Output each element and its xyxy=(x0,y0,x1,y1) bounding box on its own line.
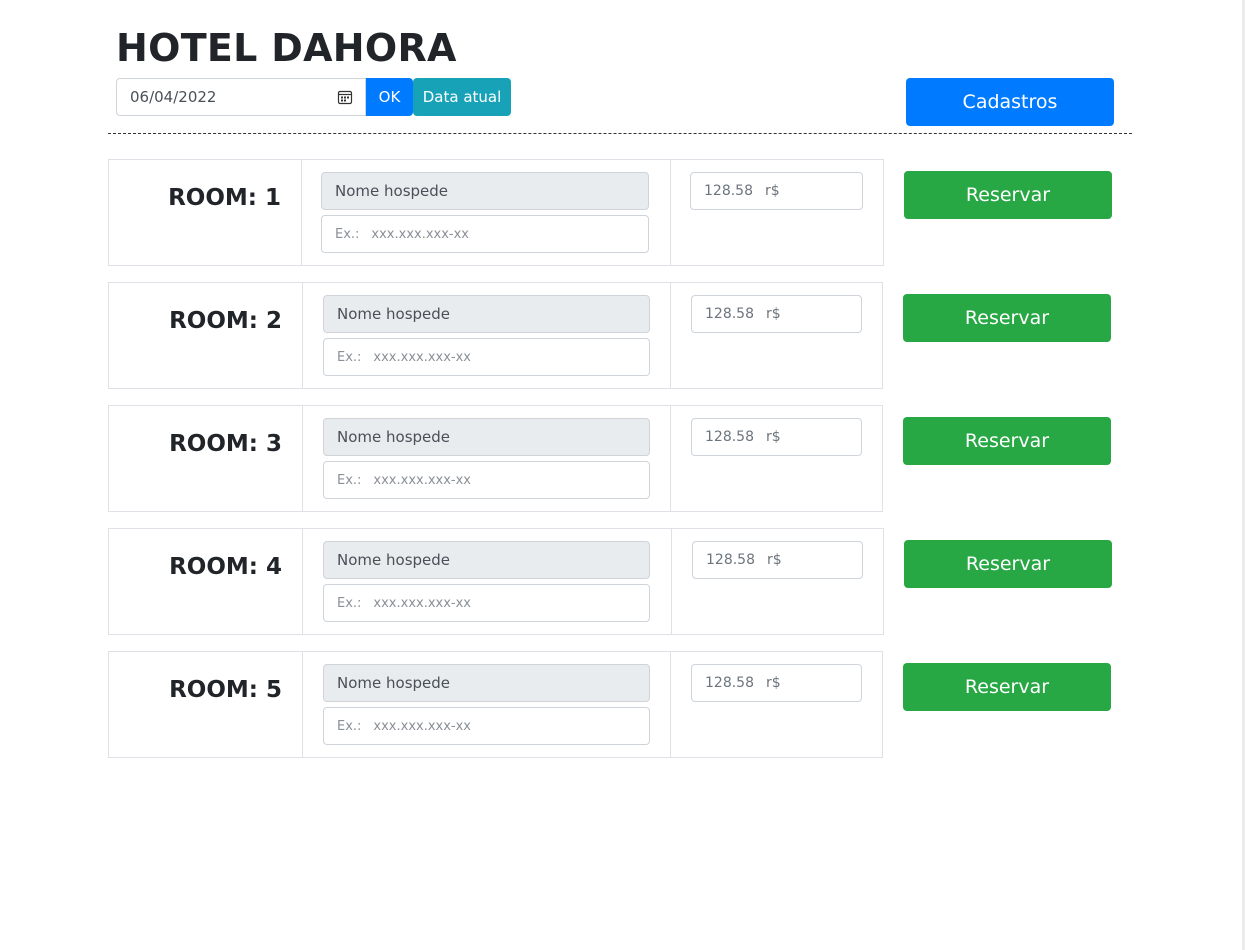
room-label-cell: ROOM: 1 xyxy=(109,160,302,265)
reserve-button[interactable]: Reservar xyxy=(903,294,1111,342)
cpf-input[interactable]: Ex.: xxx.xxx.xxx-xx xyxy=(323,707,650,745)
price-value: 128.58 xyxy=(705,675,754,691)
current-date-button[interactable]: Data atual xyxy=(413,78,511,116)
room-label-cell: ROOM: 5 xyxy=(109,652,303,757)
guest-cell: Nome hospede Ex.: xxx.xxx.xxx-xx xyxy=(302,406,671,511)
cpf-placeholder: xxx.xxx.xxx-xx xyxy=(371,226,470,242)
price-value: 128.58 xyxy=(706,552,755,568)
reserve-button[interactable]: Reservar xyxy=(903,417,1111,465)
room-label: ROOM: 1 xyxy=(168,185,281,211)
cpf-input[interactable]: Ex.: xxx.xxx.xxx-xx xyxy=(323,338,650,376)
reserve-button[interactable]: Reservar xyxy=(903,663,1111,711)
cpf-prefix: Ex.: xyxy=(337,472,362,488)
guest-cell: Nome hospede Ex.: xxx.xxx.xxx-xx xyxy=(302,652,671,757)
room-card: ROOM: 3 Nome hospede Ex.: xxx.xxx.xxx-xx… xyxy=(108,405,883,512)
cpf-prefix: Ex.: xyxy=(337,349,362,365)
cpf-input[interactable]: Ex.: xxx.xxx.xxx-xx xyxy=(323,461,650,499)
cpf-input[interactable]: Ex.: xxx.xxx.xxx-xx xyxy=(323,584,650,622)
guest-name-input[interactable]: Nome hospede xyxy=(323,664,650,702)
guest-name-placeholder: Nome hospede xyxy=(337,428,451,446)
cpf-prefix: Ex.: xyxy=(337,595,362,611)
ok-button[interactable]: OK xyxy=(366,78,413,116)
room-card: ROOM: 4 Nome hospede Ex.: xxx.xxx.xxx-xx… xyxy=(108,528,884,635)
price-value: 128.58 xyxy=(705,306,754,322)
guest-name-placeholder: Nome hospede xyxy=(337,305,451,323)
cpf-prefix: Ex.: xyxy=(337,718,362,734)
guest-name-placeholder: Nome hospede xyxy=(337,551,451,569)
currency-label: r$ xyxy=(767,552,782,568)
guest-cell: Nome hospede Ex.: xxx.xxx.xxx-xx xyxy=(301,160,671,265)
cpf-prefix: Ex.: xyxy=(335,226,360,242)
price-input[interactable]: 128.58 r$ xyxy=(691,664,862,702)
room-label-cell: ROOM: 2 xyxy=(109,283,303,388)
cpf-placeholder: xxx.xxx.xxx-xx xyxy=(373,595,472,611)
divider xyxy=(108,133,1132,134)
currency-label: r$ xyxy=(766,306,781,322)
reserve-button[interactable]: Reservar xyxy=(904,171,1112,219)
date-input[interactable]: 06/04/2022 xyxy=(116,78,366,116)
cadastros-button[interactable]: Cadastros xyxy=(906,78,1114,126)
guest-cell: Nome hospede Ex.: xxx.xxx.xxx-xx xyxy=(302,529,672,634)
room-card: ROOM: 1 Nome hospede Ex.: xxx.xxx.xxx-xx… xyxy=(108,159,884,266)
guest-name-input[interactable]: Nome hospede xyxy=(323,295,650,333)
guest-name-input[interactable]: Nome hospede xyxy=(321,172,649,210)
currency-label: r$ xyxy=(766,429,781,445)
guest-name-input[interactable]: Nome hospede xyxy=(323,418,650,456)
price-value: 128.58 xyxy=(704,183,753,199)
cpf-placeholder: xxx.xxx.xxx-xx xyxy=(373,472,472,488)
currency-label: r$ xyxy=(766,675,781,691)
room-label: ROOM: 2 xyxy=(169,308,282,334)
cpf-input[interactable]: Ex.: xxx.xxx.xxx-xx xyxy=(321,215,649,253)
room-label: ROOM: 4 xyxy=(169,554,282,580)
room-label-cell: ROOM: 4 xyxy=(109,529,303,634)
price-input[interactable]: 128.58 r$ xyxy=(692,541,863,579)
cpf-placeholder: xxx.xxx.xxx-xx xyxy=(373,718,472,734)
cpf-placeholder: xxx.xxx.xxx-xx xyxy=(373,349,472,365)
currency-label: r$ xyxy=(765,183,780,199)
reserve-button[interactable]: Reservar xyxy=(904,540,1112,588)
page-title: HOTEL DAHORA xyxy=(116,26,457,70)
price-input[interactable]: 128.58 r$ xyxy=(691,418,862,456)
guest-cell: Nome hospede Ex.: xxx.xxx.xxx-xx xyxy=(302,283,671,388)
room-label: ROOM: 5 xyxy=(169,677,282,703)
guest-name-placeholder: Nome hospede xyxy=(335,182,449,200)
room-label-cell: ROOM: 3 xyxy=(109,406,303,511)
calendar-icon[interactable] xyxy=(337,89,353,105)
page: HOTEL DAHORA 06/04/2022 OK Data atual Ca… xyxy=(0,0,1245,950)
room-card: ROOM: 2 Nome hospede Ex.: xxx.xxx.xxx-xx… xyxy=(108,282,883,389)
room-card: ROOM: 5 Nome hospede Ex.: xxx.xxx.xxx-xx… xyxy=(108,651,883,758)
room-label: ROOM: 3 xyxy=(169,431,282,457)
price-value: 128.58 xyxy=(705,429,754,445)
guest-name-placeholder: Nome hospede xyxy=(337,674,451,692)
date-value: 06/04/2022 xyxy=(130,88,217,106)
guest-name-input[interactable]: Nome hospede xyxy=(323,541,650,579)
price-input[interactable]: 128.58 r$ xyxy=(691,295,862,333)
price-input[interactable]: 128.58 r$ xyxy=(690,172,863,210)
